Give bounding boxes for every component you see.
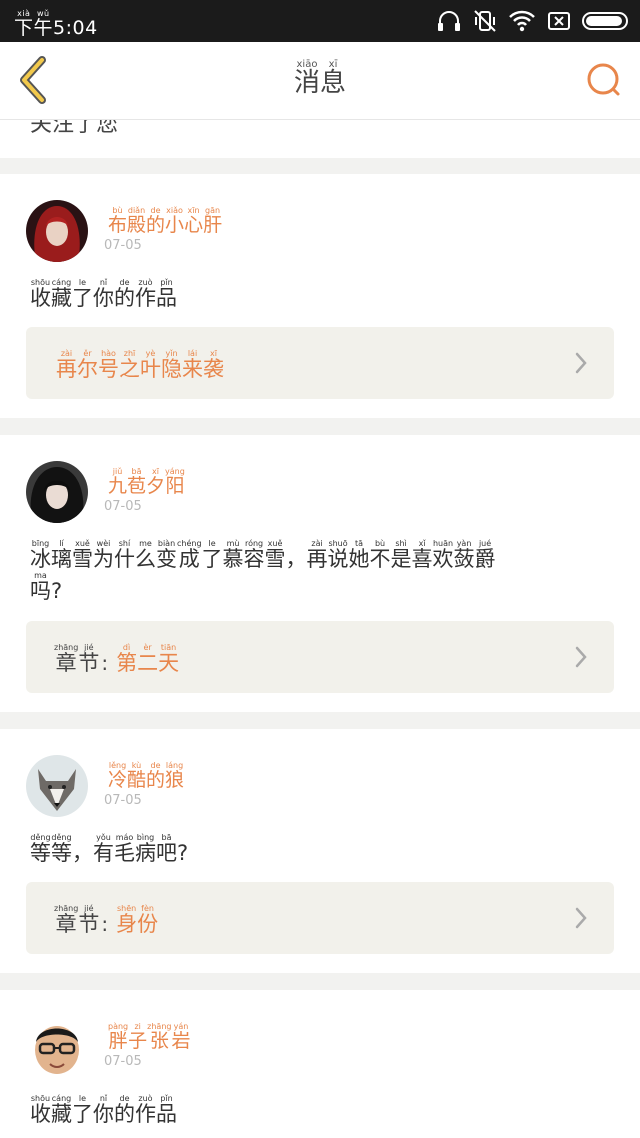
app-header: xiāo 消 xī 息 <box>0 42 640 120</box>
username[interactable]: lěng 冷 kù 酷 de 的 láng 狼 <box>108 761 184 791</box>
chevron-right-icon <box>575 646 587 668</box>
timestamp: 07-05 <box>104 499 142 514</box>
notification-item[interactable]: lěng 冷 kù 酷 de 的 láng 狼 07-05 děng 等 děng 等， yǒu 有 má… <box>0 729 640 973</box>
avatar[interactable] <box>26 461 88 523</box>
message-text: shōu 收 cáng 藏 le 了 nǐ 你 de 的 zuò 作 pǐn 品 <box>30 278 177 310</box>
chevron-right-icon <box>575 352 587 374</box>
page-title: xiāo 消 xī 息 <box>293 59 347 98</box>
username[interactable]: pàng 胖 zi 子 zhāng 张 yán 岩 <box>108 1022 191 1052</box>
username[interactable]: jiǔ 九 bā 苞 xī 夕 yáng 阳 <box>108 467 185 497</box>
chapter-info: zhāng 章 jié 节: shēn 身 fèn 份 <box>54 904 159 937</box>
no-sim-icon <box>548 12 570 30</box>
chevron-right-icon <box>575 907 587 929</box>
work-title: zài 再 ěr 尔 hào 号 zhī 之 yè 叶 yǐn 隐 lái 来 xī 袭 <box>56 349 224 381</box>
wifi-icon <box>509 10 535 32</box>
timestamp: 07-05 <box>104 1054 142 1069</box>
search-icon[interactable] <box>584 60 624 100</box>
message-text: děng 等 děng 等， yǒu 有 máo 毛 bìng 病 bā 吧? <box>30 833 189 865</box>
list-item-partial[interactable]: 关注了您 <box>0 120 640 158</box>
work-reference-card[interactable]: zài 再 ěr 尔 hào 号 zhī 之 yè 叶 yǐn 隐 lái 来 xī 袭 <box>26 327 614 399</box>
headphones-icon <box>438 11 460 31</box>
chapter-reference-card[interactable]: zhāng 章 jié 节: shēn 身 fèn 份 <box>26 882 614 954</box>
username[interactable]: bù 布 diǎn 殿 de 的 xiǎo 小 xīn 心 gān 肝 <box>108 206 222 236</box>
notification-item[interactable]: jiǔ 九 bā 苞 xī 夕 yáng 阳 07-05 bīng 冰 lí 璃 xuě 雪 wèi 为 sh… <box>0 435 640 712</box>
message-text: shōu 收 cáng 藏 le 了 nǐ 你 de 的 zuò 作 pǐn 品 <box>30 1094 177 1126</box>
vibrate-off-icon <box>474 10 496 32</box>
timestamp: 07-05 <box>104 238 142 253</box>
notification-item[interactable]: bù 布 diǎn 殿 de 的 xiǎo 小 xīn 心 gān 肝 07-05 shōu 收 cáng… <box>0 174 640 418</box>
notification-item[interactable]: pàng 胖 zi 子 zhāng 张 yán 岩 07-05 shōu 收 cáng 藏 le 了 nǐ… <box>0 990 640 1138</box>
chapter-info: zhāng 章 jié 节: dì 第 èr 二 tiān 天 <box>54 643 180 676</box>
avatar[interactable] <box>26 755 88 817</box>
timestamp: 07-05 <box>104 793 142 808</box>
partial-message: 关注了您 <box>30 120 119 137</box>
status-time: xià 下 wǔ 午 5:04 <box>14 9 98 39</box>
chapter-reference-card[interactable]: zhāng 章 jié 节: dì 第 èr 二 tiān 天 <box>26 621 614 693</box>
avatar[interactable] <box>26 200 88 262</box>
status-bar: xià 下 wǔ 午 5:04 <box>0 0 640 42</box>
avatar[interactable] <box>26 1016 88 1078</box>
battery-icon <box>582 12 628 30</box>
message-text: bīng 冰 lí 璃 xuě 雪 wèi 为 shí 什 me 么 biàn 变 chéng 成 le 了 mù 慕… <box>30 539 496 604</box>
